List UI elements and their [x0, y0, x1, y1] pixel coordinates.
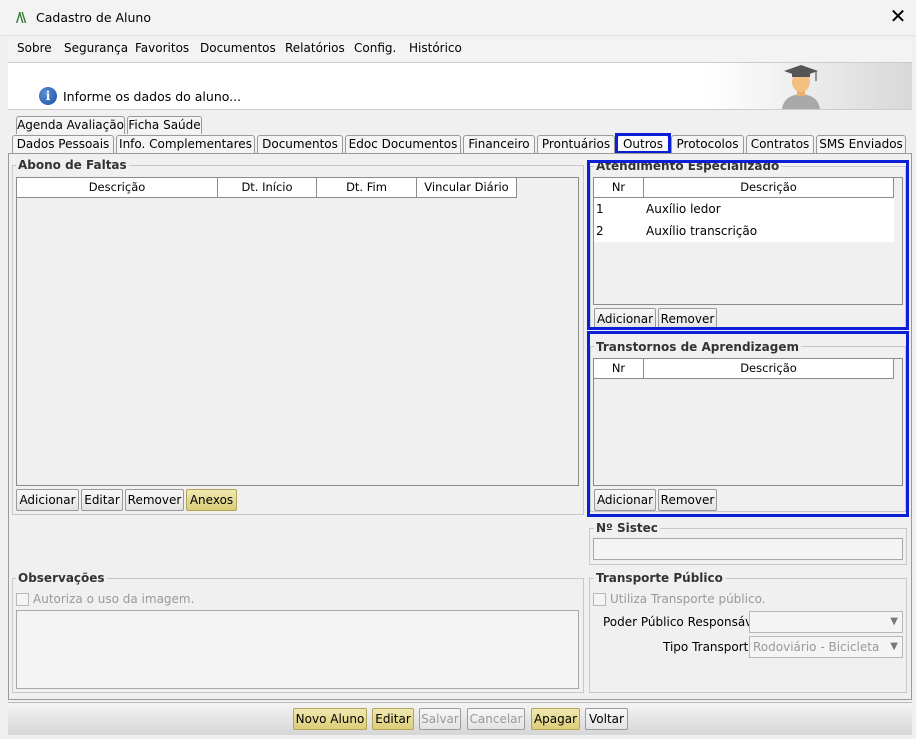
cancelar-button[interactable]: Cancelar	[467, 708, 525, 730]
sistec-label: Nº Sistec	[594, 521, 660, 535]
autoriza-imagem-checkbox[interactable]	[16, 593, 29, 606]
abono-col-vincular[interactable]: Vincular Diário	[417, 178, 517, 198]
tipo-transporte-label: Tipo Transporte:	[663, 640, 760, 654]
abono-col-dt-fim[interactable]: Dt. Fim	[317, 178, 417, 198]
observacoes-textarea[interactable]	[16, 610, 579, 689]
app-logo: /\\	[16, 11, 26, 26]
chevron-down-icon: ▼	[890, 616, 898, 627]
apagar-button[interactable]: Apagar	[531, 708, 580, 730]
abono-remove-button[interactable]: Remover	[125, 489, 184, 511]
tab-ficha-saude[interactable]: Ficha Saúde	[127, 116, 202, 134]
novo-aluno-button[interactable]: Novo Aluno	[293, 708, 367, 730]
close-icon[interactable]: ✕	[888, 6, 908, 26]
abono-add-button[interactable]: Adicionar	[16, 489, 79, 511]
menu-bar: Sobre Segurança Favoritos Documentos Rel…	[8, 36, 912, 62]
highlight-atendimento	[587, 160, 909, 330]
utiliza-transporte-label: Utiliza Transporte público.	[610, 592, 766, 606]
autoriza-imagem-label: Autoriza o uso da imagem.	[33, 592, 195, 606]
abono-label: Abono de Faltas	[16, 158, 129, 172]
tab-financeiro[interactable]: Financeiro	[463, 135, 535, 153]
tab-protocolos[interactable]: Protocolos	[671, 135, 744, 153]
menu-seguranca[interactable]: Segurança	[64, 41, 128, 55]
tab-contratos[interactable]: Contratos	[746, 135, 814, 153]
sistec-field[interactable]	[593, 538, 903, 560]
tab-sms-enviados[interactable]: SMS Enviados	[816, 135, 906, 153]
graduate-icon	[782, 65, 820, 109]
menu-sobre[interactable]: Sobre	[17, 41, 52, 55]
menu-config[interactable]: Config.	[354, 41, 396, 55]
abono-attach-button[interactable]: Anexos	[186, 489, 237, 511]
transporte-label: Transporte Público	[594, 571, 725, 585]
highlight-transtornos	[587, 331, 909, 517]
info-header: i Informe os dados do aluno...	[8, 62, 912, 110]
observacoes-label: Observações	[16, 571, 107, 585]
abono-col-dt-inicio[interactable]: Dt. Início	[218, 178, 317, 198]
tipo-transporte-select[interactable]: Rodoviário - Bicicleta ▼	[749, 636, 903, 658]
utiliza-transporte-checkbox[interactable]	[593, 593, 606, 606]
info-icon: i	[39, 87, 57, 105]
title-bar: /\\ Cadastro de Aluno ✕	[0, 0, 916, 36]
menu-documentos[interactable]: Documentos	[200, 41, 276, 55]
editar-button[interactable]: Editar	[372, 708, 414, 730]
abono-col-descricao[interactable]: Descrição	[17, 178, 218, 198]
menu-historico[interactable]: Histórico	[409, 41, 462, 55]
menu-favoritos[interactable]: Favoritos	[135, 41, 189, 55]
poder-publico-label: Poder Público Responsável:	[603, 615, 768, 629]
highlight-outros	[615, 133, 671, 154]
poder-publico-select[interactable]: ▼	[749, 611, 903, 633]
abono-edit-button[interactable]: Editar	[81, 489, 123, 511]
info-text: Informe os dados do aluno...	[63, 89, 242, 104]
window-title: Cadastro de Aluno	[36, 10, 151, 25]
tab-dados-pessoais[interactable]: Dados Pessoais	[12, 135, 114, 153]
tab-agenda-avaliacao[interactable]: Agenda Avaliação	[16, 116, 125, 134]
menu-relatorios[interactable]: Relatórios	[285, 41, 345, 55]
chevron-down-icon: ▼	[890, 641, 898, 652]
salvar-button[interactable]: Salvar	[419, 708, 461, 730]
tab-documentos[interactable]: Documentos	[257, 135, 343, 153]
tipo-transporte-value: Rodoviário - Bicicleta	[753, 640, 880, 654]
tab-info-complementares[interactable]: Info. Complementares	[116, 135, 255, 153]
tab-edoc-documentos[interactable]: Edoc Documentos	[345, 135, 461, 153]
abono-grid[interactable]: Descrição Dt. Início Dt. Fim Vincular Di…	[16, 177, 579, 486]
tab-prontuarios[interactable]: Prontuários	[537, 135, 615, 153]
voltar-button[interactable]: Voltar	[585, 708, 628, 730]
